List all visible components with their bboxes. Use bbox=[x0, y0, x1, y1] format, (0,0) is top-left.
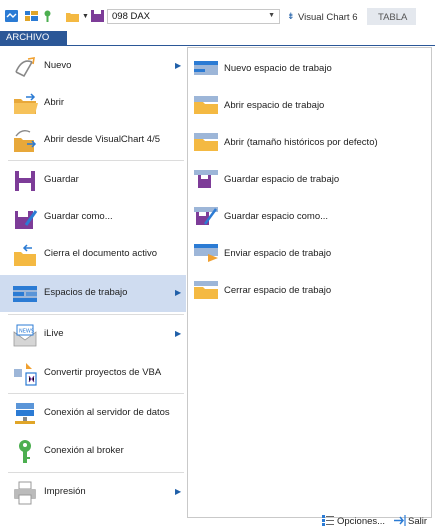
ilive-news-icon: NEWS bbox=[13, 324, 37, 347]
menu-item-impresion[interactable]: Impresión ▶ bbox=[0, 474, 186, 511]
exit-button[interactable]: Salir bbox=[408, 516, 427, 527]
submenu-item-label: Guardar espacio como... bbox=[224, 211, 329, 222]
submenu-item-enviar-espacio[interactable]: Enviar espacio de trabajo bbox=[188, 235, 431, 272]
svg-text:NEWS: NEWS bbox=[19, 329, 34, 335]
options-button[interactable]: Opciones... bbox=[337, 516, 385, 527]
menu-item-espacios-trabajo[interactable]: Espacios de trabajo ▶ bbox=[0, 275, 186, 312]
chevron-down-icon[interactable]: ▼ bbox=[268, 12, 275, 19]
pin-icon[interactable]: ⇟ bbox=[287, 11, 295, 22]
menu-item-label: Conexión al servidor de datos bbox=[44, 407, 170, 418]
chevron-right-icon: ▶ bbox=[175, 487, 182, 496]
menu-item-label: Conexión al broker bbox=[44, 445, 124, 456]
chevron-right-icon: ▶ bbox=[175, 61, 182, 70]
chevron-right-icon: ▶ bbox=[175, 329, 182, 338]
submenu-item-label: Abrir (tamaño históricos por defecto) bbox=[224, 137, 378, 148]
chart-label[interactable]: Visual Chart 6 bbox=[298, 12, 358, 23]
vba-convert-icon bbox=[14, 363, 37, 386]
save-icon bbox=[15, 171, 35, 191]
menu-item-label: Guardar bbox=[44, 174, 79, 185]
submenu-item-abrir-tamano[interactable]: Abrir (tamaño históricos por defecto) bbox=[188, 124, 431, 161]
menu-separator bbox=[8, 314, 184, 315]
menu-item-nuevo[interactable]: Nuevo ▶ bbox=[0, 48, 186, 85]
app-logo-icon[interactable] bbox=[5, 10, 18, 22]
open-folder-icon bbox=[14, 93, 38, 114]
tab-tabla-label: TABLA bbox=[378, 12, 408, 23]
close-workspace-icon bbox=[194, 281, 218, 299]
save-quick-icon[interactable] bbox=[91, 10, 104, 22]
new-icon bbox=[15, 57, 35, 78]
title-bar: ▼ 098 DAX ▼ ⇟ Visual Chart 6 TABLA bbox=[0, 0, 435, 31]
open-folder-quick-icon[interactable] bbox=[66, 10, 79, 22]
workspace-submenu: Nuevo espacio de trabajo Abrir espacio d… bbox=[187, 47, 432, 518]
submenu-item-abrir-espacio[interactable]: Abrir espacio de trabajo bbox=[188, 87, 431, 124]
close-document-icon bbox=[14, 244, 36, 266]
menu-item-abrir[interactable]: Abrir bbox=[0, 85, 186, 122]
submenu-item-label: Nuevo espacio de trabajo bbox=[224, 63, 332, 74]
symbol-combo[interactable]: 098 DAX ▼ bbox=[107, 9, 280, 24]
workspace-icon bbox=[13, 286, 37, 302]
menu-item-label: Abrir bbox=[44, 97, 65, 108]
menu-item-label: iLive bbox=[44, 328, 64, 339]
menu-item-label: Abrir desde VisualChart 4/5 bbox=[44, 134, 160, 145]
submenu-item-label: Abrir espacio de trabajo bbox=[224, 100, 325, 111]
menu-item-label: Cierra el documento activo bbox=[44, 248, 157, 259]
file-tab[interactable]: ARCHIVO bbox=[0, 31, 67, 45]
broker-quick-icon[interactable] bbox=[41, 10, 54, 22]
menu-item-label: Impresión bbox=[44, 486, 86, 497]
menu-item-abrir-visualchart[interactable]: Abrir desde VisualChart 4/5 bbox=[0, 122, 186, 159]
menu-item-label: Nuevo bbox=[44, 60, 72, 71]
submenu-item-label: Guardar espacio de trabajo bbox=[224, 174, 340, 185]
options-icon[interactable] bbox=[321, 514, 335, 527]
save-workspace-as-icon bbox=[194, 207, 218, 225]
submenu-item-guardar-espacio[interactable]: Guardar espacio de trabajo bbox=[188, 161, 431, 198]
submenu-item-nuevo-espacio[interactable]: Nuevo espacio de trabajo bbox=[188, 50, 431, 87]
menu-separator bbox=[8, 160, 184, 161]
open-default-size-icon bbox=[194, 133, 218, 151]
menu-item-label: Convertir proyectos de VBA bbox=[44, 367, 162, 378]
menu-item-label: Guardar como... bbox=[44, 211, 113, 222]
menu-item-cierra-documento[interactable]: Cierra el documento activo bbox=[0, 236, 186, 273]
ribbon-divider bbox=[0, 45, 435, 46]
send-workspace-icon bbox=[194, 244, 218, 262]
new-workspace-icon bbox=[194, 61, 218, 75]
menu-item-guardar[interactable]: Guardar bbox=[0, 162, 186, 199]
chevron-down-icon[interactable]: ▼ bbox=[82, 13, 89, 20]
menu-separator bbox=[8, 472, 184, 473]
open-workspace-icon bbox=[194, 96, 218, 114]
symbol-combo-value: 098 DAX bbox=[112, 11, 151, 22]
menu-item-convertir-vba[interactable]: Convertir proyectos de VBA bbox=[0, 355, 186, 392]
menu-item-label: Espacios de trabajo bbox=[44, 287, 128, 298]
menu-separator bbox=[8, 393, 184, 394]
submenu-item-label: Cerrar espacio de trabajo bbox=[224, 285, 332, 296]
menu-item-guardar-como[interactable]: Guardar como... bbox=[0, 199, 186, 236]
broker-key-icon bbox=[19, 440, 31, 463]
menu-item-conexion-servidor[interactable]: Conexión al servidor de datos bbox=[0, 395, 186, 432]
menu-item-ilive[interactable]: NEWS iLive ▶ bbox=[0, 316, 186, 353]
submenu-item-cerrar-espacio[interactable]: Cerrar espacio de trabajo bbox=[188, 272, 431, 309]
exit-icon[interactable] bbox=[393, 514, 407, 527]
file-menu: Nuevo ▶ Abrir Abrir desde VisualChart 4/… bbox=[0, 47, 186, 518]
chevron-right-icon: ▶ bbox=[175, 288, 182, 297]
file-tab-label: ARCHIVO bbox=[6, 32, 50, 43]
submenu-item-guardar-espacio-como[interactable]: Guardar espacio como... bbox=[188, 198, 431, 235]
submenu-item-label: Enviar espacio de trabajo bbox=[224, 248, 332, 259]
save-as-icon bbox=[15, 210, 38, 229]
file-menu-footer: Opciones... Salir bbox=[0, 514, 435, 529]
open-from-vc-icon bbox=[14, 129, 37, 152]
menu-item-conexion-broker[interactable]: Conexión al broker bbox=[0, 433, 186, 470]
workspace-quick-icon[interactable] bbox=[25, 10, 38, 22]
data-server-icon bbox=[15, 403, 35, 424]
save-workspace-icon bbox=[194, 170, 218, 188]
tab-tabla[interactable]: TABLA bbox=[367, 8, 416, 25]
printer-icon bbox=[14, 481, 36, 505]
